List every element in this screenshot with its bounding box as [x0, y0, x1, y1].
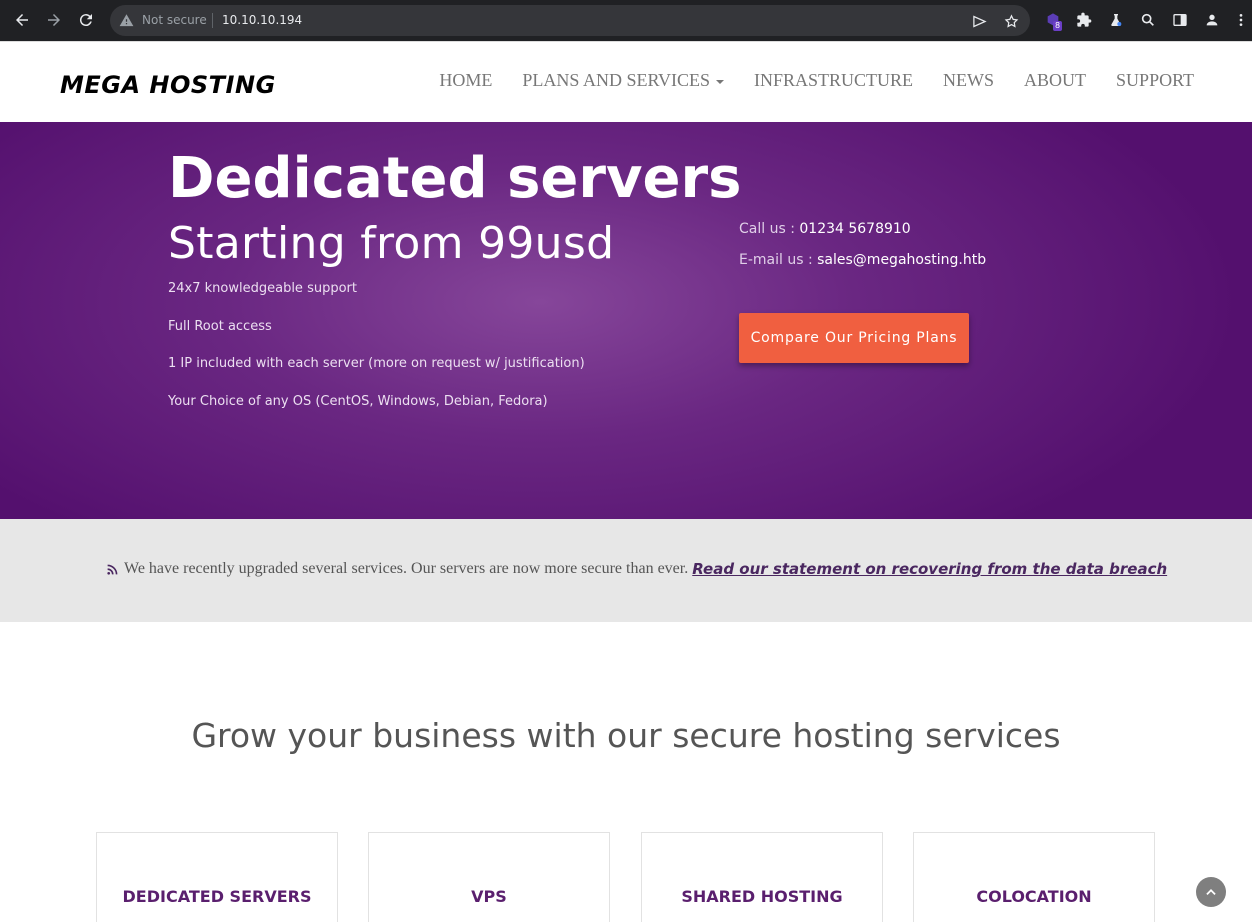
back-button[interactable]: [6, 4, 38, 36]
nav-news[interactable]: NEWS: [943, 70, 994, 91]
nav-home[interactable]: HOME: [439, 70, 492, 91]
hero-section: Dedicated servers Starting from 99usd 24…: [0, 122, 1252, 519]
service-card-dedicated[interactable]: DEDICATED SERVERS: [96, 832, 338, 922]
url-text[interactable]: 10.10.10.194: [222, 13, 302, 27]
browser-toolbar: Not secure 10.10.10.194 8: [0, 0, 1252, 41]
reload-icon: [79, 14, 92, 27]
feature-item: Full Root access: [168, 319, 272, 334]
feature-item: 24x7 knowledgeable support: [168, 281, 357, 296]
compare-pricing-button[interactable]: Compare Our Pricing Plans: [739, 313, 969, 363]
service-card-shared-hosting[interactable]: SHARED HOSTING: [641, 832, 883, 922]
extension-button[interactable]: 8: [1040, 7, 1066, 33]
person-icon: [1206, 14, 1218, 26]
nav-about[interactable]: ABOUT: [1024, 70, 1086, 91]
bookmark-button[interactable]: [1001, 11, 1021, 31]
announcement-text: We have recently upgraded several servic…: [124, 560, 689, 577]
profile-ext-button[interactable]: [1103, 7, 1129, 33]
side-panel-icon: [1173, 14, 1187, 26]
profile-button[interactable]: [1199, 7, 1225, 33]
service-card-title: COLOCATION: [976, 887, 1092, 906]
chevron-up-icon: [1206, 889, 1216, 895]
kebab-menu-icon: [1239, 14, 1243, 26]
security-label[interactable]: Not secure: [142, 13, 207, 27]
feature-item: Your Choice of any OS (CentOS, Windows, …: [168, 394, 548, 409]
phone-number[interactable]: 01234 5678910: [799, 221, 910, 237]
rss-icon: [107, 564, 118, 575]
site-logo[interactable]: MEGA HOSTING: [60, 71, 276, 99]
flask-icon: [1111, 14, 1122, 26]
send-tab-button[interactable]: [969, 11, 989, 31]
hero-title: Dedicated servers: [168, 146, 742, 211]
nav-infrastructure[interactable]: INFRASTRUCTURE: [754, 70, 913, 91]
caret-down-icon: [716, 79, 725, 84]
service-card-title: DEDICATED SERVERS: [122, 887, 312, 906]
feature-item: 1 IP included with each server (more on …: [168, 356, 585, 371]
services-title: Grow your business with our secure hosti…: [191, 716, 1061, 755]
announcement-content: We have recently upgraded several servic…: [106, 560, 1167, 578]
reload-button[interactable]: [70, 4, 102, 36]
star-icon: [1004, 13, 1018, 28]
service-card-title: SHARED HOSTING: [681, 887, 843, 906]
service-card-title: VPS: [471, 887, 507, 906]
data-breach-statement-link[interactable]: Read our statement on recovering from th…: [692, 560, 1167, 578]
call-label: Call us :: [739, 221, 800, 237]
nav-plans-label: PLANS AND SERVICES: [522, 70, 711, 90]
arrow-right-icon: [48, 14, 60, 26]
back-to-top-button[interactable]: [1196, 877, 1226, 907]
side-panel-button[interactable]: [1167, 7, 1193, 33]
arrow-left-icon: [16, 14, 28, 26]
nav-plans-and-services[interactable]: PLANS AND SERVICES: [522, 70, 725, 91]
extensions-menu-button[interactable]: [1071, 7, 1097, 33]
call-line: Call us : 01234 5678910: [739, 221, 911, 237]
email-address[interactable]: sales@megahosting.htb: [817, 252, 986, 268]
nav-support[interactable]: SUPPORT: [1116, 70, 1194, 91]
address-divider: [212, 13, 213, 28]
search-button[interactable]: [1135, 7, 1161, 33]
extension-badge: 8: [1053, 21, 1063, 31]
service-card-colocation[interactable]: COLOCATION: [913, 832, 1155, 922]
main-nav: HOME PLANS AND SERVICES INFRASTRUCTURE N…: [439, 70, 1194, 91]
puzzle-icon: [1077, 12, 1092, 27]
address-bar[interactable]: Not secure 10.10.10.194: [110, 5, 1030, 36]
warning-icon: [119, 14, 134, 27]
email-label: E-mail us :: [739, 252, 818, 268]
announcement-bar: We have recently upgraded several servic…: [0, 519, 1252, 622]
send-icon: [972, 15, 987, 27]
browser-menu-button[interactable]: [1231, 7, 1251, 33]
search-icon: [1141, 13, 1154, 26]
site-header: MEGA HOSTING HOME PLANS AND SERVICES INF…: [0, 41, 1252, 122]
service-card-vps[interactable]: VPS: [368, 832, 610, 922]
email-line: E-mail us : sales@megahosting.htb: [739, 252, 986, 268]
hero-subtitle: Starting from 99usd: [168, 218, 615, 269]
forward-button[interactable]: [38, 4, 70, 36]
